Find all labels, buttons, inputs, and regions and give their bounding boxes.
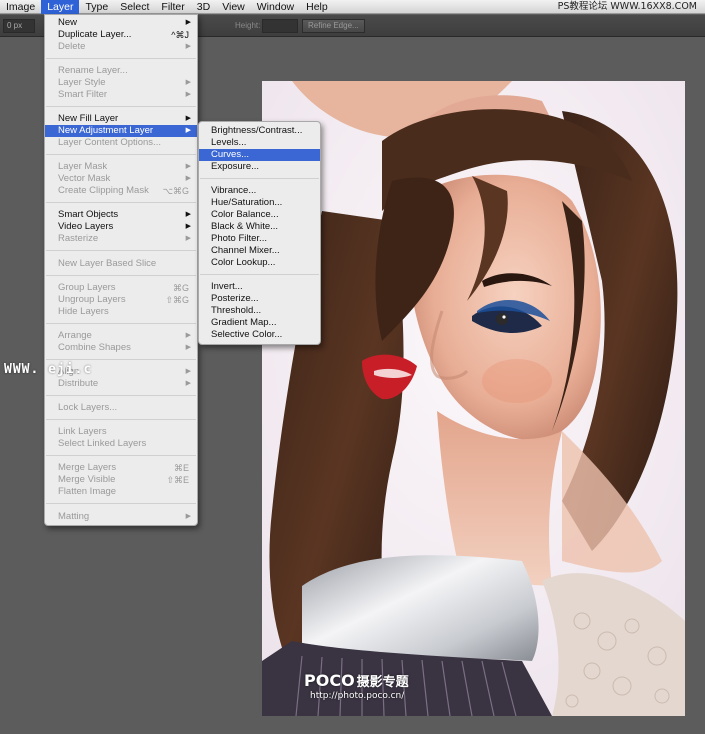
menu-item-duplicate-layer[interactable]: Duplicate Layer... ^⌘J	[45, 29, 197, 41]
submenu-item-posterize[interactable]: Posterize...	[199, 293, 320, 305]
menu-bar: Image Layer Type Select Filter 3D View W…	[0, 0, 705, 14]
menu-item-create-clipping-mask: Create Clipping Mask ⌥⌘G	[58, 185, 189, 196]
submenu-arrow-icon: ▶	[185, 19, 191, 26]
menu-item-matting: Matting ▶	[58, 511, 191, 522]
submenu-arrow-icon: ▶	[185, 163, 191, 170]
menu-item-link-layers: Link Layers	[58, 426, 107, 437]
menu-separator	[46, 58, 196, 59]
menu-item-flatten-image: Flatten Image	[58, 486, 117, 497]
new-adjustment-layer-submenu: Brightness/Contrast... Levels... Curves.…	[198, 121, 321, 345]
submenu-item-levels[interactable]: Levels...	[199, 137, 320, 149]
menu-item-select-linked-layers: Select Linked Layers	[58, 438, 147, 449]
submenu-arrow-icon: ▶	[185, 127, 191, 134]
menu-item-arrange: Arrange ▶	[58, 330, 191, 341]
menu-separator	[46, 395, 196, 396]
menu-item-smart-objects[interactable]: Smart Objects ▶	[45, 209, 197, 221]
submenu-arrow-icon: ▶	[185, 368, 191, 375]
submenu-arrow-icon: ▶	[185, 211, 191, 218]
menu-item-new-fill-layer[interactable]: New Fill Layer ▶	[45, 113, 197, 125]
menu-separator	[46, 455, 196, 456]
menu-item-rasterize: Rasterize ▶	[58, 233, 191, 244]
menu-item-new[interactable]: New ▶	[45, 17, 197, 29]
submenu-item-photo-filter[interactable]: Photo Filter...	[199, 233, 320, 245]
menu-item-distribute: Distribute ▶	[58, 378, 191, 389]
submenu-item-gradient-map[interactable]: Gradient Map...	[199, 317, 320, 329]
menu-item-smart-filter: Smart Filter ▶	[58, 89, 191, 100]
x-position-field[interactable]: 0 px	[3, 19, 35, 33]
menu-item-merge-visible: Merge Visible ⇧⌘E	[58, 474, 189, 485]
menu-item-delete: Delete ▶	[58, 41, 191, 52]
menu-view[interactable]: View	[216, 0, 251, 14]
menu-item-new-layer-based-slice: New Layer Based Slice	[58, 258, 157, 269]
menu-item-combine-shapes: Combine Shapes ▶	[58, 342, 191, 353]
height-field[interactable]	[262, 19, 298, 33]
menu-item-vector-mask: Vector Mask ▶	[58, 173, 191, 184]
menu-item-layer-style: Layer Style ▶	[58, 77, 191, 88]
menu-separator	[46, 202, 196, 203]
submenu-arrow-icon: ▶	[185, 344, 191, 351]
submenu-arrow-icon: ▶	[185, 332, 191, 339]
submenu-item-color-lookup[interactable]: Color Lookup...	[199, 257, 320, 269]
submenu-item-brightness-contrast[interactable]: Brightness/Contrast...	[199, 125, 320, 137]
submenu-item-channel-mixer[interactable]: Channel Mixer...	[199, 245, 320, 257]
menu-type[interactable]: Type	[79, 0, 114, 14]
menu-separator	[200, 178, 319, 179]
submenu-arrow-icon: ▶	[185, 223, 191, 230]
submenu-item-color-balance[interactable]: Color Balance...	[199, 209, 320, 221]
menu-separator	[46, 275, 196, 276]
submenu-item-vibrance[interactable]: Vibrance...	[199, 185, 320, 197]
menu-separator	[46, 250, 196, 251]
poco-logo: POCO 摄影专题	[304, 671, 409, 690]
menu-item-merge-layers: Merge Layers ⌘E	[58, 462, 189, 473]
submenu-item-invert[interactable]: Invert...	[199, 281, 320, 293]
menu-filter[interactable]: Filter	[155, 0, 190, 14]
menu-help[interactable]: Help	[300, 0, 334, 14]
submenu-item-exposure[interactable]: Exposure...	[199, 161, 320, 173]
menu-item-layer-content-options: Layer Content Options...	[58, 137, 161, 148]
menu-item-group-layers: Group Layers ⌘G	[58, 282, 189, 293]
submenu-arrow-icon: ▶	[185, 43, 191, 50]
menu-item-new-adjustment-layer[interactable]: New Adjustment Layer ▶	[45, 125, 197, 137]
menu-item-hide-layers: Hide Layers	[58, 306, 109, 317]
layer-menu: New ▶ Duplicate Layer... ^⌘J Delete ▶ Renam…	[44, 14, 198, 526]
menu-window[interactable]: Window	[251, 0, 300, 14]
menu-separator	[200, 274, 319, 275]
menu-item-rename-layer: Rename Layer...	[58, 65, 128, 76]
poco-url: http://photo.poco.cn/	[310, 691, 405, 701]
refine-edge-button[interactable]: Refine Edge...	[302, 19, 365, 33]
submenu-arrow-icon: ▶	[185, 115, 191, 122]
menu-separator	[46, 503, 196, 504]
menu-layer[interactable]: Layer	[41, 0, 80, 14]
menu-select[interactable]: Select	[114, 0, 155, 14]
menu-item-lock-layers: Lock Layers...	[58, 402, 118, 413]
submenu-arrow-icon: ▶	[185, 513, 191, 520]
site-watermark: PS教程论坛 WWW.16XX8.COM	[557, 1, 697, 12]
submenu-arrow-icon: ▶	[185, 91, 191, 98]
menu-separator	[46, 323, 196, 324]
menu-item-layer-mask: Layer Mask ▶	[58, 161, 191, 172]
height-label: Height:	[235, 21, 261, 30]
submenu-item-selective-color[interactable]: Selective Color...	[199, 329, 320, 341]
submenu-arrow-icon: ▶	[185, 235, 191, 242]
portrait-photo	[262, 81, 685, 716]
menu-item-video-layers[interactable]: Video Layers ▶	[45, 221, 197, 233]
submenu-arrow-icon: ▶	[185, 79, 191, 86]
menu-separator	[46, 359, 196, 360]
menu-separator	[46, 106, 196, 107]
submenu-item-hue-saturation[interactable]: Hue/Saturation...	[199, 197, 320, 209]
menu-3d[interactable]: 3D	[191, 0, 216, 14]
submenu-item-black-white[interactable]: Black & White...	[199, 221, 320, 233]
submenu-arrow-icon: ▶	[185, 380, 191, 387]
menu-separator	[46, 419, 196, 420]
menu-separator	[46, 154, 196, 155]
submenu-item-threshold[interactable]: Threshold...	[199, 305, 320, 317]
overlay-watermark: WWW. eji.c	[4, 362, 93, 377]
menu-item-ungroup-layers: Ungroup Layers ⇧⌘G	[58, 294, 189, 305]
submenu-item-curves[interactable]: Curves...	[199, 149, 320, 161]
submenu-arrow-icon: ▶	[185, 175, 191, 182]
document-canvas[interactable]: POCO 摄影专题 http://photo.poco.cn/	[262, 81, 685, 716]
menu-image[interactable]: Image	[0, 0, 41, 14]
